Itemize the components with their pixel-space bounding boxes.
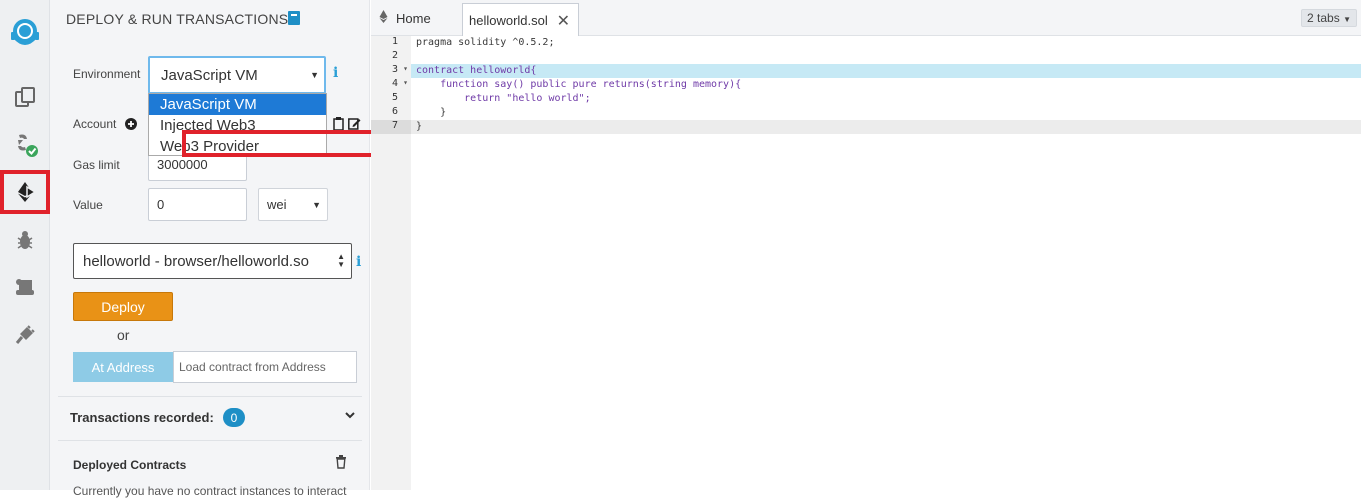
deploy-run-panel: DEPLOY & RUN TRANSACTIONS Environment Ja… [50, 0, 395, 498]
deploy-run-icon[interactable] [0, 170, 50, 214]
at-address-button[interactable]: At Address [73, 352, 173, 382]
line-number: 5 [391, 92, 398, 103]
environment-info-icon[interactable]: i [333, 65, 338, 81]
value-input[interactable]: 0 [148, 188, 247, 221]
code-line: contract helloworld{ [411, 64, 1361, 78]
tab-helloworld-sol[interactable]: helloworld.sol ✕ [462, 3, 579, 37]
code-line: pragma solidity ^0.5.2; [416, 37, 555, 48]
compiler-icon[interactable] [0, 123, 50, 167]
gas-limit-label: Gas limit [73, 158, 120, 172]
line-number: 3 ▾ [391, 64, 408, 75]
line-number: 2 [391, 50, 398, 61]
transactions-count-badge: 0 [223, 408, 245, 427]
line-gutter: 1 2 3 ▾ 4 ▾ 5 6 7 [371, 36, 411, 490]
environment-label: Environment [73, 67, 141, 81]
line-number: 7 [371, 120, 411, 134]
fold-icon: ▾ [403, 78, 408, 87]
tabs-count-dropdown[interactable]: 2 tabs ▼ [1301, 9, 1357, 27]
code-editor[interactable]: 1 2 3 ▾ 4 ▾ 5 6 7 pragma solidity ^0.5.2; … [371, 36, 1361, 490]
chevron-down-icon: ▼ [312, 200, 321, 210]
code-line: } [411, 120, 1361, 134]
tab-home-label: Home [396, 10, 431, 26]
contract-select[interactable]: helloworld - browser/helloworld.so ▲ ▼ [73, 243, 352, 279]
editor-tabs: Home helloworld.sol ✕ 2 tabs ▼ [371, 0, 1361, 37]
trash-icon[interactable] [335, 455, 347, 474]
debugger-icon[interactable] [0, 218, 50, 262]
code-line: } [416, 107, 447, 118]
chevron-down-icon: ▼ [310, 70, 319, 80]
environment-selected-value: JavaScript VM [161, 67, 258, 84]
tabs-count-label: 2 tabs [1307, 11, 1340, 25]
fold-icon: ▾ [403, 64, 408, 73]
deployed-contracts-label: Deployed Contracts [73, 458, 187, 472]
add-account-icon[interactable] [125, 117, 137, 135]
line-number: 6 [391, 106, 398, 117]
deploy-button[interactable]: Deploy [73, 292, 173, 321]
divider [58, 396, 362, 397]
file-explorer-icon[interactable] [0, 75, 50, 119]
line-number: 4 ▾ [391, 78, 408, 89]
at-address-input[interactable]: Load contract from Address [173, 351, 357, 383]
tab-active-label: helloworld.sol [469, 13, 548, 28]
close-icon[interactable]: ✕ [557, 11, 570, 31]
account-label: Account [73, 117, 117, 131]
transactions-recorded-label[interactable]: Transactions recorded: [70, 410, 214, 425]
plugin-icon[interactable] [0, 313, 50, 357]
deployed-contracts-note: Currently you have no contract instances… [73, 484, 347, 498]
code-line: return "hello world"; [416, 93, 591, 104]
contract-info-icon[interactable]: i [356, 254, 361, 270]
code-line: function say() public pure returns(strin… [416, 79, 742, 90]
home-logo-icon [379, 10, 388, 23]
divider [58, 440, 362, 441]
panel-title: DEPLOY & RUN TRANSACTIONS [66, 11, 289, 27]
contract-selected-value: helloworld - browser/helloworld.so [83, 253, 309, 270]
icon-sidebar [0, 0, 50, 490]
chevron-down-icon[interactable] [344, 408, 356, 426]
highlight-box [182, 130, 395, 157]
docs-book-icon[interactable] [288, 11, 300, 30]
value-unit-select[interactable]: wei ▼ [258, 188, 328, 221]
remix-logo-icon[interactable] [0, 12, 50, 56]
scroll-icon[interactable] [0, 265, 50, 309]
value-unit-selected: wei [267, 197, 287, 212]
environment-option-javascript-vm[interactable]: JavaScript VM [149, 94, 326, 115]
or-label: or [117, 327, 130, 343]
value-label: Value [73, 198, 103, 212]
select-arrows-icon: ▲ ▼ [337, 252, 345, 269]
line-number: 1 [391, 36, 398, 47]
caret-down-icon: ▼ [1343, 15, 1351, 24]
tab-home[interactable]: Home [377, 6, 431, 30]
environment-select[interactable]: JavaScript VM ▼ [148, 56, 326, 94]
